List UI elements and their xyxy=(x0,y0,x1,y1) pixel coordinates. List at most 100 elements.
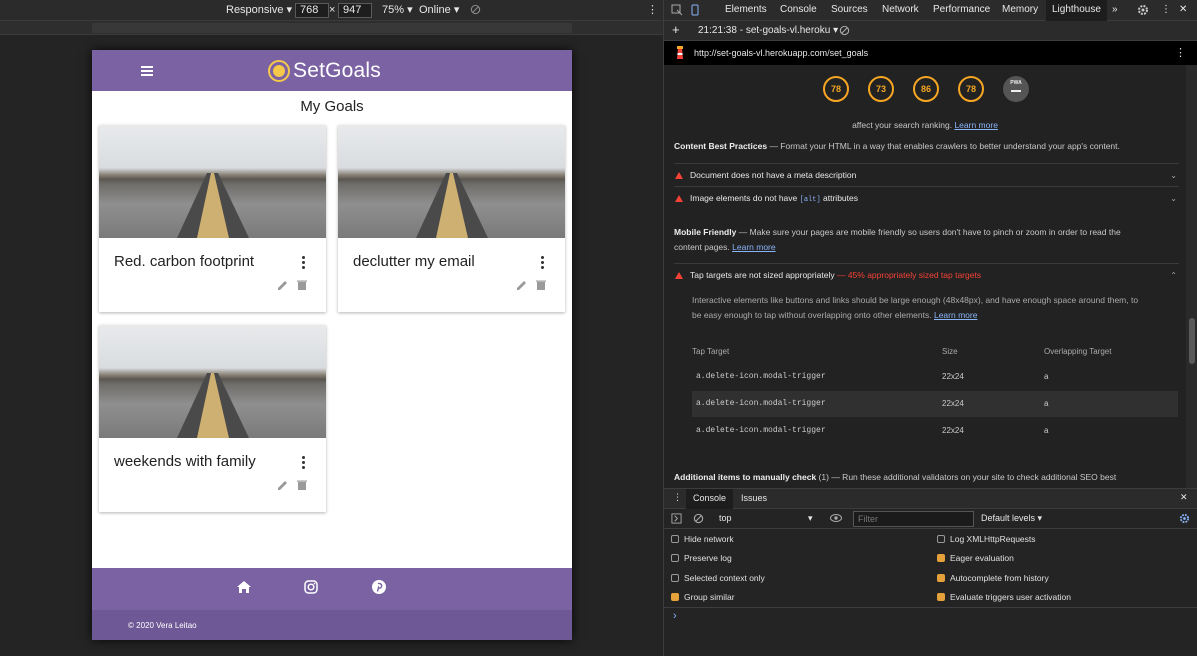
tab-elements[interactable]: Elements xyxy=(725,4,767,15)
chevron-down-icon[interactable]: ⌄ xyxy=(1170,164,1177,187)
pinterest-icon[interactable] xyxy=(371,579,387,595)
tab-console-drawer[interactable]: Console xyxy=(686,489,734,509)
pwa-badge[interactable]: PWA xyxy=(1003,76,1029,102)
more-options-icon[interactable]: ⋮ xyxy=(647,3,658,18)
additional-items-header[interactable]: Additional items to manually check (1) —… xyxy=(674,470,1174,485)
tab-network[interactable]: Network xyxy=(882,4,919,15)
more-vert-icon[interactable] xyxy=(541,256,545,271)
more-tabs-icon[interactable]: » xyxy=(1112,4,1118,15)
selected-context-checkbox[interactable]: Selected context only xyxy=(671,573,765,583)
eager-evaluation-checkbox[interactable]: Eager evaluation xyxy=(937,553,1014,563)
console-settings-gear-icon[interactable] xyxy=(1179,513,1190,524)
clear-reports-icon[interactable] xyxy=(839,25,850,36)
learn-more-link[interactable]: Learn more xyxy=(934,310,977,320)
preserve-log-checkbox[interactable]: Preserve log xyxy=(671,553,732,563)
score-gauges: 78 73 86 78 PWA xyxy=(664,65,1186,111)
checkbox-label: Log XMLHttpRequests xyxy=(950,534,1036,544)
best-practices-score[interactable]: 86 xyxy=(913,76,939,102)
chevron-down-icon[interactable]: ▾ xyxy=(808,513,813,524)
close-drawer-icon[interactable]: ✕ xyxy=(1180,492,1188,503)
tab-issues[interactable]: Issues xyxy=(741,493,767,503)
width-input[interactable]: 768 xyxy=(295,3,329,18)
customize-devtools-icon[interactable]: ⋮ xyxy=(1161,4,1171,15)
tab-console[interactable]: Console xyxy=(780,4,817,15)
device-toolbar-toggle-icon[interactable] xyxy=(689,4,701,16)
delete-icon[interactable] xyxy=(296,279,308,291)
report-url[interactable]: http://set-goals-vl.herokuapp.com/set_go… xyxy=(694,48,868,58)
delete-icon[interactable] xyxy=(535,279,547,291)
audit-meta-description[interactable]: Document does not have a meta descriptio… xyxy=(674,163,1179,186)
new-report-icon[interactable]: + xyxy=(672,23,680,37)
learn-more-link[interactable]: Learn more xyxy=(954,120,997,130)
live-expression-eye-icon[interactable] xyxy=(830,513,842,523)
size-cell: 22x24 xyxy=(942,426,964,435)
network-throttle-select[interactable]: Online ▾ xyxy=(419,3,459,18)
column-header: Tap Target xyxy=(692,347,730,356)
more-vert-icon[interactable] xyxy=(302,456,306,471)
audit-title: Tap targets are not sized appropriately xyxy=(690,270,835,280)
edit-icon[interactable] xyxy=(516,279,528,291)
console-toolbar: top ▾ Default levels ▾ xyxy=(664,509,1197,529)
content-best-practices-desc: — Format your HTML in a way that enables… xyxy=(769,141,1120,151)
drawer-tab-bar: ⋮ Console Issues ✕ xyxy=(664,489,1197,509)
checkbox-label: Hide network xyxy=(684,534,734,544)
chevron-up-icon[interactable]: ⌃ xyxy=(1170,264,1177,287)
report-url-bar: http://set-goals-vl.herokuapp.com/set_go… xyxy=(664,41,1197,65)
settings-gear-icon[interactable] xyxy=(1137,4,1149,16)
performance-score[interactable]: 78 xyxy=(823,76,849,102)
device-mode-select[interactable]: Responsive ▾ xyxy=(226,3,292,18)
menu-icon[interactable] xyxy=(141,66,153,76)
log-levels-select[interactable]: Default levels ▾ xyxy=(981,513,1042,524)
checkbox-label: Autocomplete from history xyxy=(950,573,1049,583)
learn-more-link[interactable]: Learn more xyxy=(732,242,775,252)
home-icon[interactable] xyxy=(236,579,252,595)
drawer-menu-icon[interactable]: ⋮ xyxy=(673,492,682,503)
hide-network-checkbox[interactable]: Hide network xyxy=(671,534,734,544)
edit-icon[interactable] xyxy=(277,279,289,291)
checkbox-label: Selected context only xyxy=(684,573,765,583)
instagram-icon[interactable] xyxy=(303,579,319,595)
tab-sources[interactable]: Sources xyxy=(831,4,868,15)
checkbox-label: Eager evaluation xyxy=(950,553,1014,563)
site-header: SetGoals xyxy=(92,50,572,91)
tap-target-cell: a.delete-icon.modal-trigger xyxy=(696,426,826,435)
scrollbar-thumb[interactable] xyxy=(1189,318,1195,364)
accessibility-score[interactable]: 73 xyxy=(868,76,894,102)
audit-image-alt[interactable]: Image elements do not have [alt] attribu… xyxy=(674,186,1179,209)
browser-window: Responsive ▾ 768 × 947 75% ▾ Online ▾ ⋮ … xyxy=(0,0,1197,656)
clear-console-icon[interactable] xyxy=(693,513,704,524)
group-similar-checkbox[interactable]: Group similar xyxy=(671,592,735,602)
edit-icon[interactable] xyxy=(277,479,289,491)
tab-memory[interactable]: Memory xyxy=(1002,4,1038,15)
tab-performance[interactable]: Performance xyxy=(933,4,990,15)
more-vert-icon[interactable] xyxy=(302,256,306,271)
rotate-icon[interactable] xyxy=(470,4,481,15)
context-selector[interactable]: top xyxy=(719,513,732,523)
size-cell: 22x24 xyxy=(942,399,964,408)
autocomplete-history-checkbox[interactable]: Autocomplete from history xyxy=(937,573,1049,583)
tab-lighthouse[interactable]: Lighthouse xyxy=(1046,0,1107,21)
report-menu-icon[interactable]: ⋮ xyxy=(1175,46,1186,59)
checkbox-label: Preserve log xyxy=(684,553,732,563)
inspect-element-icon[interactable] xyxy=(671,4,683,16)
overlap-cell: a xyxy=(1044,399,1049,408)
seo-score[interactable]: 78 xyxy=(958,76,984,102)
warning-icon xyxy=(675,195,683,202)
chevron-down-icon[interactable]: ⌄ xyxy=(1170,187,1177,210)
report-selector[interactable]: 21:21:38 - set-goals-vl.heroku ▾ xyxy=(698,25,838,36)
log-xhr-checkbox[interactable]: Log XMLHttpRequests xyxy=(937,534,1036,544)
delete-icon[interactable] xyxy=(296,479,308,491)
height-input[interactable]: 947 xyxy=(338,3,372,18)
close-devtools-icon[interactable]: ✕ xyxy=(1179,4,1187,15)
report-scrollbar[interactable] xyxy=(1186,65,1197,488)
console-filter-input[interactable] xyxy=(853,511,974,527)
evaluate-triggers-checkbox[interactable]: Evaluate triggers user activation xyxy=(937,592,1071,602)
console-prompt[interactable]: › xyxy=(673,610,677,622)
copyright-text: © 2020 Vera Leitao xyxy=(128,621,197,630)
site-logo[interactable]: SetGoals xyxy=(268,59,381,83)
audit-tap-targets[interactable]: Tap targets are not sized appropriately … xyxy=(674,263,1179,286)
ruler-segment[interactable] xyxy=(92,23,572,33)
zoom-select[interactable]: 75% ▾ xyxy=(382,3,413,18)
mobile-friendly-desc2: content pages. xyxy=(674,242,730,252)
sidebar-toggle-icon[interactable] xyxy=(671,513,682,524)
